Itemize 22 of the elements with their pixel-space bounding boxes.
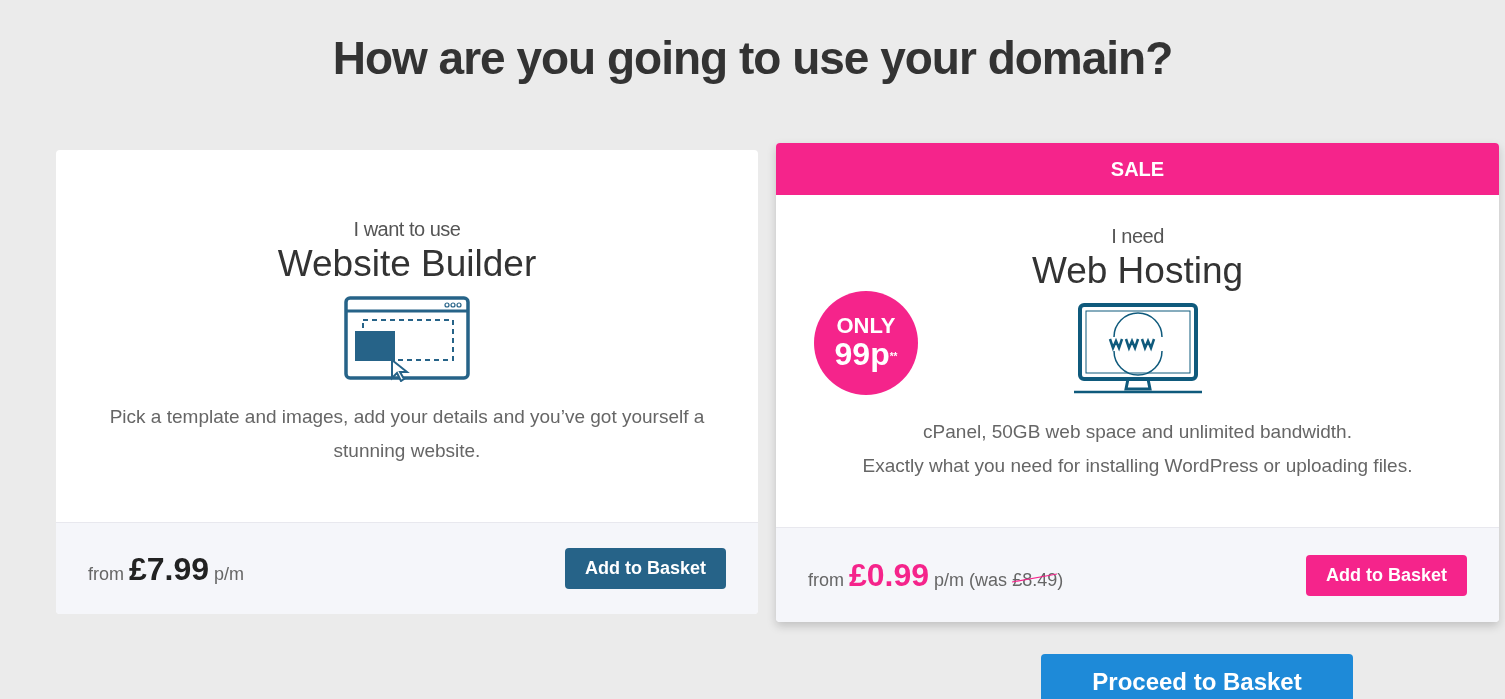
page-heading: How are you going to use your domain?: [332, 31, 1173, 86]
card-title: Web Hosting: [1031, 249, 1244, 293]
price-suffix: p/m: [934, 569, 965, 592]
card-description: cPanel, 50GB web space and unlimited bandwidth.: [923, 420, 1352, 444]
price-prefix: from: [88, 562, 124, 586]
card-description: Exactly what you need for installing WordPress or uploading files.: [862, 454, 1413, 478]
monitor-icon: [1073, 303, 1202, 395]
badge-price: 99p$^{**}$: [834, 337, 898, 371]
website-builder-icon: [344, 296, 470, 382]
card-intro: I need: [1111, 224, 1164, 249]
card-title: Website Builder: [277, 242, 537, 286]
card-intro: I want to use: [353, 217, 461, 242]
badge-text: ONLY: [836, 315, 896, 337]
price: £0.99: [849, 556, 930, 595]
price-suffix: p/m: [214, 562, 245, 586]
add-to-basket-button[interactable]: Add to Basket: [564, 548, 726, 589]
sale-banner: SALE: [776, 143, 1499, 195]
price-prefix: from: [808, 569, 844, 592]
add-to-basket-button[interactable]: Add to Basket: [1305, 554, 1467, 596]
price: £7.99: [129, 549, 210, 589]
proceed-to-basket-button[interactable]: Proceed to Basket: [1041, 654, 1353, 699]
card-description: Pick a template and images, add your details and you’ve got yourself a stunning website.: [108, 405, 706, 463]
